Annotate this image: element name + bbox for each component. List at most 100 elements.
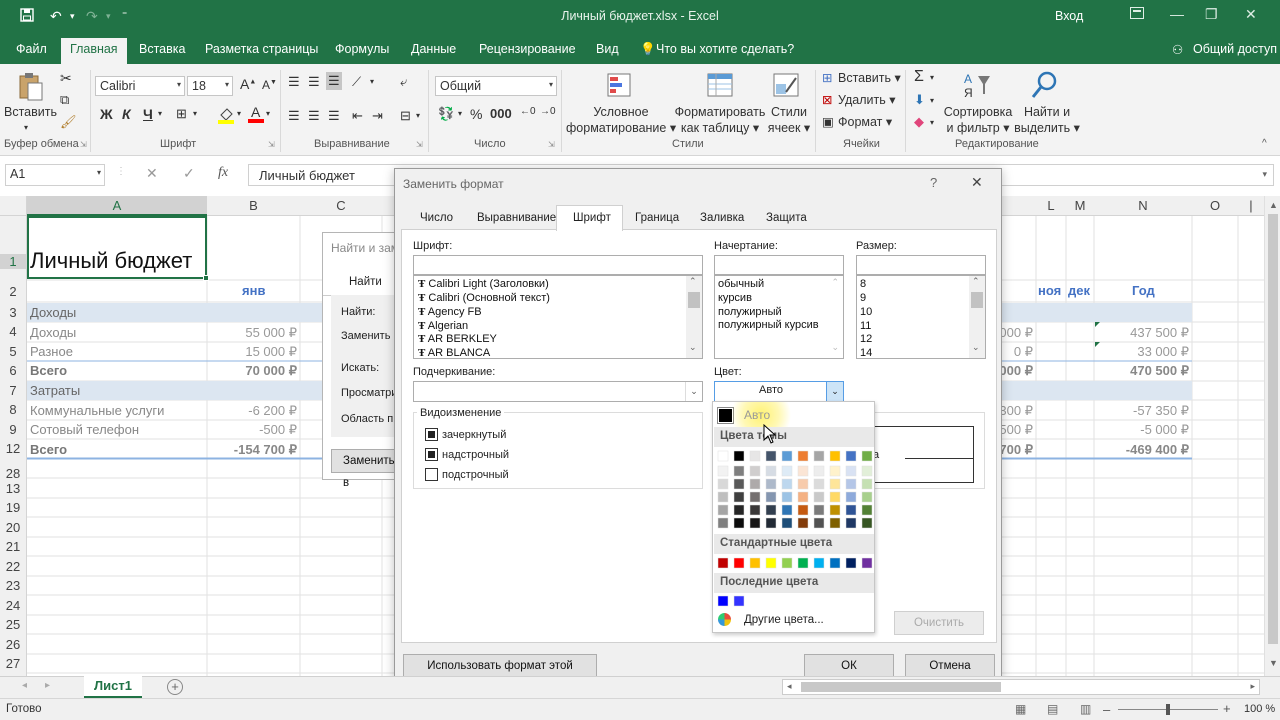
font-input[interactable] [413,255,703,275]
fill-color-dropdown-icon[interactable]: ▾ [237,109,241,118]
theme-shade-swatch[interactable] [717,478,729,490]
row-header[interactable]: 22 [0,559,26,574]
cell-styles-icon[interactable] [772,72,802,100]
theme-shade-swatch[interactable] [733,478,745,490]
theme-shade-swatch[interactable] [797,465,809,477]
sign-in-link[interactable]: Вход [1055,9,1083,23]
theme-shade-swatch[interactable] [781,478,793,490]
share-icon[interactable]: ⚇ [1172,42,1183,57]
row-header[interactable]: 23 [0,578,26,593]
align-middle-icon[interactable]: ☰ [308,74,320,90]
italic-button[interactable]: К [122,106,131,122]
theme-shade-swatch[interactable] [733,491,745,503]
row-header[interactable]: 21 [0,539,26,554]
standard-color-swatch[interactable] [845,557,857,569]
font-list-item[interactable]: Ŧ AR BERKLEY [418,333,497,345]
scroll-down-icon[interactable]: ⌄ [689,342,697,353]
row-header[interactable]: 27 [0,656,26,671]
col-header-c[interactable]: C [300,198,382,213]
insert-cells-button[interactable]: Вставить ▾ [838,70,901,85]
theme-shade-swatch[interactable] [781,517,793,529]
theme-shade-swatch[interactable] [845,465,857,477]
font-list-item[interactable]: Ŧ AR BLANCA [418,347,490,359]
row-header[interactable]: 4 [0,324,26,339]
theme-shade-swatch[interactable] [797,491,809,503]
row-header[interactable]: 24 [0,598,26,613]
font-size-combo[interactable]: 18 ▾ [187,76,233,96]
tab-review[interactable]: Рецензирование [479,42,576,56]
conditional-formatting-icon[interactable] [606,72,636,100]
chevron-down-icon[interactable]: ⌄ [685,382,702,401]
paste-button[interactable]: Вставить [4,104,57,120]
number-format-combo[interactable]: Общий ▾ [435,76,557,96]
row-header[interactable]: 9 [0,422,26,437]
font-list-item[interactable]: Ŧ Algerian [418,320,468,332]
font-color-dropdown-icon[interactable]: ▾ [266,109,270,118]
theme-shade-swatch[interactable] [813,478,825,490]
style-list-item[interactable]: полужирный [718,306,782,318]
superscript-checkbox[interactable] [425,448,438,461]
style-list-item[interactable]: обычный [718,278,764,290]
restore-icon[interactable]: ❐ [1205,6,1218,23]
orientation-dropdown-icon[interactable]: ▾ [370,77,374,86]
borders-dropdown-icon[interactable]: ▾ [193,109,197,118]
size-list-item[interactable]: 8 [860,278,866,290]
font-list-item[interactable]: Ŧ Calibri (Основной текст) [418,292,550,304]
row-header[interactable]: 25 [0,617,26,632]
paste-dropdown-icon[interactable]: ▾ [24,120,28,136]
scroll-up-icon[interactable]: ⌃ [972,276,980,287]
orientation-icon[interactable]: ⟋ [352,74,361,90]
recent-color-swatch[interactable] [733,595,745,607]
tell-me-box[interactable]: Что вы хотите сделать? [656,42,794,56]
find-tab[interactable]: Найти [349,276,382,288]
zoom-out-icon[interactable]: – [1103,702,1110,717]
tab-insert[interactable]: Вставка [139,42,185,56]
align-right-icon[interactable]: ☰ [328,108,340,124]
share-button[interactable]: Общий доступ [1193,42,1277,56]
theme-shade-swatch[interactable] [765,504,777,516]
scroll-down-icon[interactable]: ⌄ [972,342,980,353]
theme-shade-swatch[interactable] [845,491,857,503]
theme-shade-swatch[interactable] [733,504,745,516]
normal-view-icon[interactable]: ▦ [1015,702,1026,716]
theme-shade-swatch[interactable] [717,465,729,477]
row-header[interactable]: 2 [0,284,26,299]
align-center-icon[interactable]: ☰ [308,108,320,124]
bold-button[interactable]: Ж [100,106,113,122]
row-header[interactable]: 28 [0,466,26,481]
tab-view[interactable]: Вид [596,42,619,56]
theme-color-swatch[interactable] [733,450,745,462]
alignment-launcher-icon[interactable]: ⇲ [416,140,423,149]
theme-color-swatch[interactable] [781,450,793,462]
col-header-b[interactable]: B [207,198,300,213]
sheet-tab-1[interactable]: Лист1 [84,676,142,698]
ribbon-display-icon[interactable] [1130,6,1144,22]
tab-fill[interactable]: Заливка [700,212,744,224]
theme-shade-swatch[interactable] [781,504,793,516]
standard-color-swatch[interactable] [861,557,873,569]
more-colors-icon[interactable] [718,613,731,626]
theme-shade-swatch[interactable] [765,478,777,490]
accounting-dropdown-icon[interactable]: ▾ [458,109,462,118]
autosum-icon[interactable]: Σ [914,68,924,86]
fill-dropdown-icon[interactable]: ▾ [930,96,934,105]
find-select-icon[interactable] [1030,70,1060,100]
theme-shade-swatch[interactable] [861,504,873,516]
tab-protection[interactable]: Защита [766,212,807,224]
standard-color-swatch[interactable] [797,557,809,569]
cell-styles-label[interactable]: Стили ячеек ▾ [766,104,812,136]
theme-shade-swatch[interactable] [845,504,857,516]
merge-center-icon[interactable]: ⊟ [400,108,411,124]
format-painter-icon[interactable]: 🖌 [60,114,77,130]
theme-shade-swatch[interactable] [765,465,777,477]
size-list-item[interactable]: 12 [860,333,872,345]
add-sheet-button[interactable]: + [167,679,183,695]
scroll-thumb[interactable] [971,292,983,308]
conditional-formatting-label[interactable]: Условное форматирование ▾ [566,104,676,136]
row-header[interactable]: 7 [0,383,26,398]
standard-color-swatch[interactable] [717,557,729,569]
theme-shade-swatch[interactable] [829,478,841,490]
scroll-left-icon[interactable]: ◂ [787,681,792,692]
close-window-icon[interactable]: ✕ [1245,6,1257,23]
format-as-table-label[interactable]: Форматировать как таблицу ▾ [672,104,768,136]
